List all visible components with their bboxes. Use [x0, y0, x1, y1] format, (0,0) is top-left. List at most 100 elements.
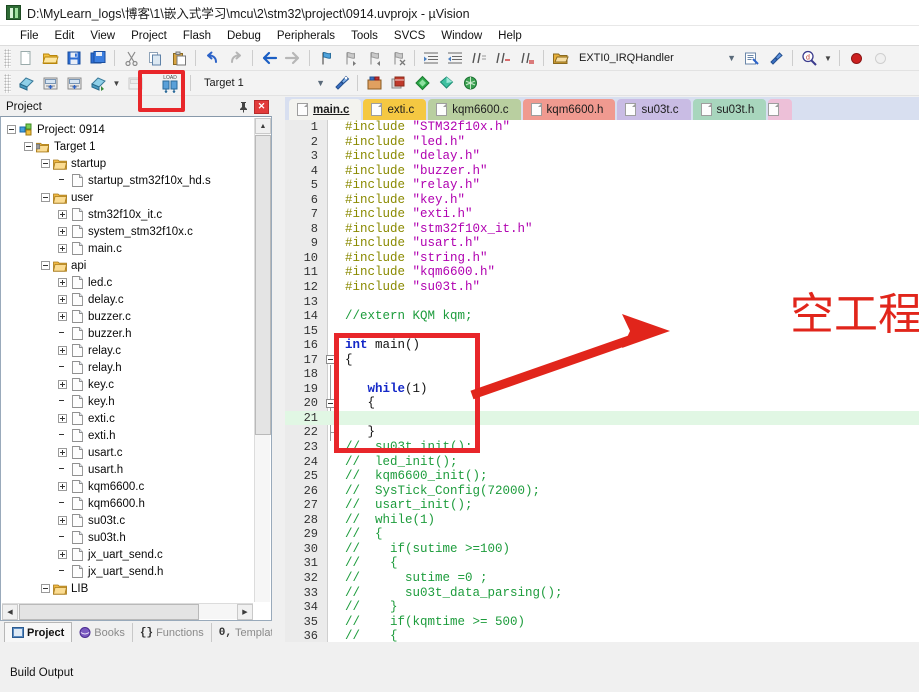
tree-item[interactable]: su03t.c [1, 512, 254, 529]
tree-item[interactable]: delay.c [1, 291, 254, 308]
bookmark-toggle-icon[interactable] [315, 48, 337, 69]
find-in-files-icon[interactable]: d [798, 48, 820, 69]
tab-functions[interactable]: {} Functions [133, 623, 212, 642]
tree-item[interactable]: kqm6600.h [1, 495, 254, 512]
tree-item[interactable]: su03t.h [1, 529, 254, 546]
rebuild-icon[interactable] [63, 73, 85, 94]
editor-tab[interactable]: kqm6600.c [428, 99, 521, 120]
tree-item[interactable]: led.c [1, 274, 254, 291]
expand-icon[interactable] [58, 227, 67, 236]
tab-project[interactable]: Project [4, 622, 73, 642]
code-line[interactable]: 7 #include "exti.h" [285, 207, 919, 222]
code-line[interactable]: 3 #include "delay.h" [285, 149, 919, 164]
panel-splitter[interactable] [272, 97, 285, 642]
code-line[interactable]: 17 { [285, 353, 919, 441]
tree-item[interactable]: Target 1 [1, 138, 254, 155]
scroll-up-arrow-icon[interactable]: ▲ [255, 118, 271, 134]
project-tree[interactable]: Project: 0914 Target 1 startup startup_stm3… [1, 117, 254, 603]
expand-icon[interactable] [58, 210, 67, 219]
manage-runtime-icon[interactable] [411, 73, 433, 94]
fold-marker[interactable] [323, 353, 343, 441]
code-line[interactable]: 32 // sutime =0 ; [285, 571, 919, 586]
tree-item[interactable]: key.h [1, 393, 254, 410]
fold-marker[interactable] [323, 396, 343, 411]
scroll-left-arrow-icon[interactable]: ◀ [2, 604, 18, 620]
code-line[interactable]: 28 // while(1) [285, 513, 919, 528]
code-line[interactable]: 5 #include "relay.h" [285, 178, 919, 193]
tree-item[interactable]: user [1, 189, 254, 206]
tree-item[interactable]: LIB [1, 580, 254, 597]
cut-icon[interactable] [120, 48, 142, 69]
bookmark-next-icon[interactable] [363, 48, 385, 69]
paste-icon[interactable] [168, 48, 190, 69]
scroll-right-arrow-icon[interactable]: ▶ [237, 604, 253, 620]
tree-item[interactable]: stm32f10x_it.c [1, 206, 254, 223]
find-dropdown-chevron-icon[interactable]: ▼ [822, 48, 834, 69]
pin-icon[interactable] [235, 99, 252, 115]
code-line[interactable]: 19 while(1) [285, 382, 919, 397]
tree-item[interactable]: kqm6600.c [1, 478, 254, 495]
toolbar-grip[interactable] [4, 48, 11, 68]
tree-item[interactable]: Project: 0914 [1, 121, 254, 138]
open-file-browser-icon[interactable] [741, 48, 763, 69]
code-line[interactable]: 35 // if(kqmtime >= 500) [285, 615, 919, 630]
uncomment-block-icon[interactable] [516, 48, 538, 69]
editor-tab[interactable]: su03t.c [617, 99, 691, 120]
tree-item[interactable]: api [1, 257, 254, 274]
manage-components-icon[interactable] [363, 73, 385, 94]
code-line[interactable]: 1 #include "STM32f10x.h" [285, 120, 919, 135]
vscroll-thumb[interactable] [255, 135, 271, 435]
build-icon[interactable] [39, 73, 61, 94]
code-line[interactable]: 21 [285, 410, 919, 426]
menu-project[interactable]: Project [123, 29, 175, 43]
code-line[interactable]: 34 // } [285, 600, 919, 615]
editor-tab-bar[interactable]: main.c exti.c kqm6600.c kqm6600.h su03t.c su0… [285, 97, 919, 120]
tree-item[interactable]: jx_uart_send.h [1, 563, 254, 580]
expand-icon[interactable] [58, 482, 67, 491]
uncomment-icon[interactable] [492, 48, 514, 69]
expand-icon[interactable] [58, 550, 67, 559]
tree-item[interactable]: system_stm32f10x.c [1, 223, 254, 240]
tree-item[interactable]: jx_uart_send.c [1, 546, 254, 563]
function-browser-icon[interactable] [549, 48, 571, 69]
expand-icon[interactable] [58, 312, 67, 321]
toolbar-grip[interactable] [4, 73, 11, 93]
code-line[interactable]: 10 #include "string.h" [285, 251, 919, 266]
collapse-icon[interactable] [41, 261, 50, 270]
expand-icon[interactable] [58, 346, 67, 355]
editor-tab[interactable]: exti.c [363, 99, 427, 120]
configure-icon[interactable] [765, 48, 787, 69]
batch-build-icon[interactable] [87, 73, 109, 94]
save-icon[interactable] [63, 48, 85, 69]
collapse-icon[interactable] [41, 193, 50, 202]
collapse-icon[interactable] [41, 159, 50, 168]
stop-debug-icon[interactable] [869, 48, 891, 69]
expand-icon[interactable] [58, 380, 67, 389]
menu-peripherals[interactable]: Peripherals [269, 29, 343, 43]
undo-icon[interactable] [201, 48, 223, 69]
close-icon[interactable]: ✕ [253, 99, 270, 115]
stop-build-icon[interactable] [124, 73, 146, 94]
menu-debug[interactable]: Debug [219, 29, 269, 43]
collapse-icon[interactable] [24, 142, 33, 151]
tree-item[interactable]: key.c [1, 376, 254, 393]
code-line[interactable]: 26 // SysTick_Config(72000); [285, 484, 919, 499]
collapse-icon[interactable] [41, 584, 50, 593]
menu-flash[interactable]: Flash [175, 29, 219, 43]
target-selector[interactable]: Target 1 ▼ [197, 74, 329, 93]
code-line[interactable]: 11 #include "kqm6600.h" [285, 265, 919, 280]
fold-marker[interactable] [323, 338, 343, 353]
menu-help[interactable]: Help [490, 29, 530, 43]
comment-icon[interactable] [468, 48, 490, 69]
tree-item[interactable]: exti.h [1, 427, 254, 444]
code-line[interactable]: 24 // led_init(); [285, 455, 919, 470]
collapse-icon[interactable] [7, 125, 16, 134]
multi-project-icon[interactable] [435, 73, 457, 94]
outdent-icon[interactable] [444, 48, 466, 69]
pack-icon[interactable] [459, 73, 481, 94]
code-line[interactable]: 30 // if(sutime >=100) [285, 542, 919, 557]
code-line[interactable]: 20 { [285, 396, 919, 411]
menu-file[interactable]: File [12, 29, 47, 43]
pack-installer-icon[interactable] [387, 73, 409, 94]
editor-tab[interactable]: kqm6600.h [522, 99, 616, 120]
